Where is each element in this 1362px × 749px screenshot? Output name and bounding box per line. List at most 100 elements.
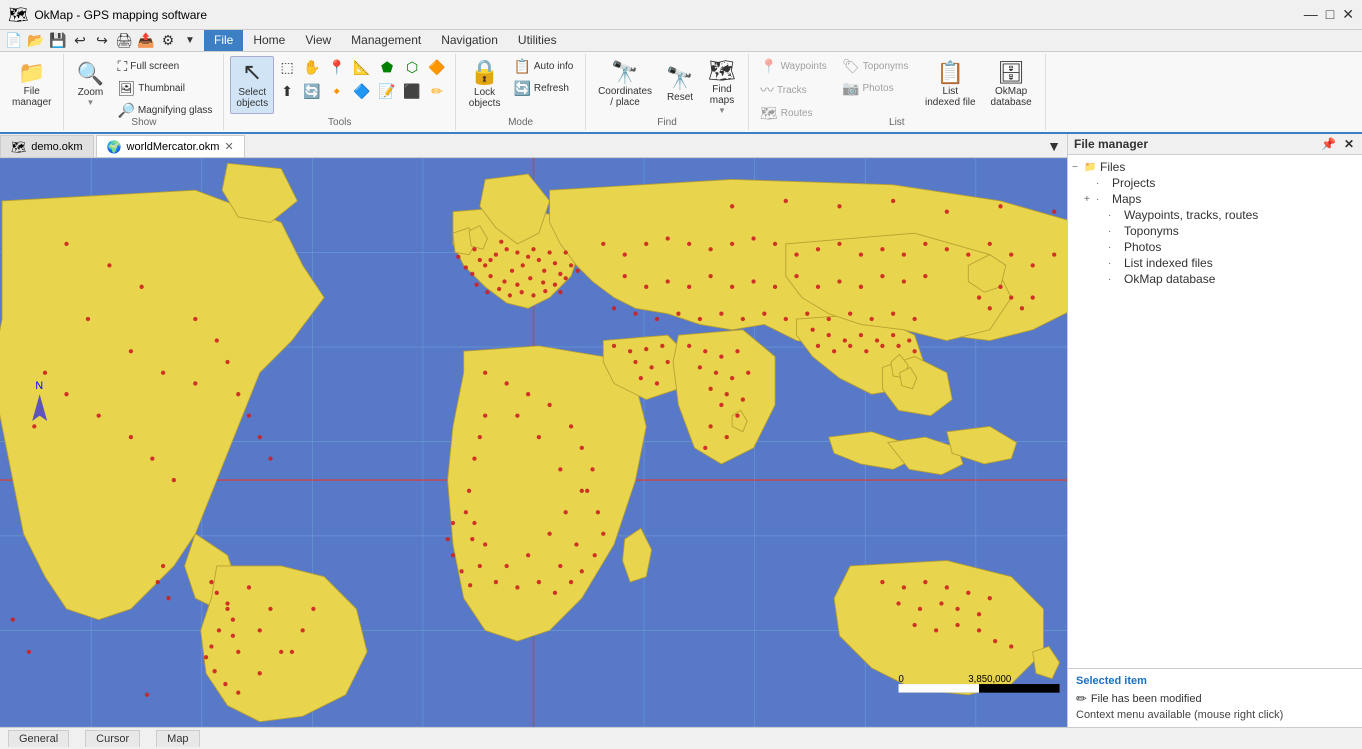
file-manager-header: File manager 📌 ✕ (1068, 134, 1362, 155)
world-tab-close[interactable]: ✕ (224, 140, 233, 153)
maps-label: Maps (1112, 192, 1141, 206)
file-modified-text: File has been modified (1091, 693, 1202, 705)
tree-item-waypoints[interactable]: · Waypoints, tracks, routes (1068, 207, 1362, 223)
qa-export-btn[interactable]: 📤 (136, 31, 156, 51)
qa-new-btn[interactable]: 📄 (4, 31, 24, 51)
qa-open-btn[interactable]: 📂 (26, 31, 46, 51)
map-svg: 0 3,850,000 N (0, 158, 1067, 727)
qa-print-btn[interactable]: 🖨 (114, 31, 134, 51)
ribbon: 📁 Filemanager 🔍 Zoom ▼ ⛶ Full screen (0, 52, 1362, 134)
status-bar: General Cursor Map (0, 727, 1362, 749)
tree-item-toponyms[interactable]: · Toponyms (1068, 223, 1362, 239)
status-tab-general[interactable]: General (8, 730, 69, 747)
photos-btn[interactable]: 📷 Photos (837, 78, 917, 99)
menu-management[interactable]: Management (341, 30, 431, 51)
zoom-btn[interactable]: 🔍 Zoom ▼ (70, 56, 110, 114)
menu-bar: File Home View Management Navigation Uti… (204, 30, 567, 52)
mode-group-label: Mode (508, 117, 533, 128)
ribbon-group-find: 🔭 Coordinates/ place 🔭 Reset 🗺 Findmaps … (586, 54, 749, 130)
ribbon-group-tools: ↖ Selectobjects ⬚ ✋ 📍 📐 ⬟ ⬡ 🔶 ⬆ (224, 54, 456, 130)
minimize-btn[interactable]: — (1304, 6, 1318, 23)
tool-eraser[interactable]: ⬛ (400, 80, 424, 103)
status-tab-cursor[interactable]: Cursor (85, 730, 140, 747)
menu-home[interactable]: Home (243, 30, 295, 51)
qa-redo-btn[interactable]: ↪ (92, 31, 112, 51)
tool-delete[interactable]: ✏ (425, 80, 449, 103)
tool-select2[interactable]: ⬚ (275, 56, 299, 79)
refresh-btn[interactable]: 🔄 Refresh (508, 78, 578, 99)
tool-move[interactable]: ⬆ (275, 80, 299, 103)
file-manager-footer: Selected item ✏ File has been modified C… (1068, 668, 1362, 727)
toponyms-label: Toponyms (1124, 224, 1179, 238)
tool-text[interactable]: 📝 (375, 80, 399, 103)
tool-pan[interactable]: ✋ (300, 56, 324, 79)
projects-label: Projects (1112, 176, 1155, 190)
svg-text:3,850,000: 3,850,000 (968, 674, 1011, 685)
auto-info-btn[interactable]: 📋 Auto info (508, 56, 578, 77)
indexed-label: List indexed files (1124, 256, 1213, 270)
app-title: OkMap - GPS mapping software (34, 8, 1303, 22)
file-manager-title: File manager (1074, 137, 1148, 151)
pencil-icon: ✏ (1076, 691, 1087, 707)
reset-btn[interactable]: 🔭 Reset (660, 56, 700, 114)
svg-text:N: N (35, 380, 43, 392)
fm-pin-btn[interactable]: 📌 (1319, 137, 1338, 151)
waypoints-label: Waypoints, tracks, routes (1124, 208, 1258, 222)
qa-undo-btn[interactable]: ↩ (70, 31, 90, 51)
tool-route[interactable]: ⬟ (375, 56, 399, 79)
menu-navigation[interactable]: Navigation (431, 30, 508, 51)
full-screen-btn[interactable]: ⛶ Full screen (112, 56, 217, 77)
find-group-label: Find (657, 117, 676, 128)
qa-more-btn[interactable]: ▼ (180, 31, 200, 51)
tool-star[interactable]: ⬡ (400, 56, 424, 79)
tree-item-photos[interactable]: · Photos (1068, 239, 1362, 255)
thumbnail-btn[interactable]: 🖼 Thumbnail (112, 78, 217, 99)
qa-settings-btn[interactable]: ⚙ (158, 31, 178, 51)
menu-utilities[interactable]: Utilities (508, 30, 567, 51)
tool-point[interactable]: 📍 (325, 56, 349, 79)
magnifying-glass-btn[interactable]: 🔎 Magnifying glass (112, 100, 217, 121)
tool-color[interactable]: 🔷 (350, 80, 374, 103)
coordinates-btn[interactable]: 🔭 Coordinates/ place (592, 56, 658, 114)
map-canvas: 0 3,850,000 N (0, 158, 1067, 727)
file-tree: − 📁 Files · Projects + · Maps · Waypoint… (1068, 155, 1362, 668)
context-note: Context menu available (mouse right clic… (1076, 709, 1354, 721)
window-controls: — □ ✕ (1304, 6, 1354, 23)
routes-btn[interactable]: 🗺 Routes (755, 103, 835, 124)
tree-item-indexed[interactable]: · List indexed files (1068, 255, 1362, 271)
find-maps-btn[interactable]: 🗺 Findmaps ▼ (702, 56, 742, 119)
app-icon: 🗺 (8, 5, 28, 25)
tree-item-maps[interactable]: + · Maps (1068, 191, 1362, 207)
tracks-btn[interactable]: 〰 Tracks (755, 78, 835, 102)
title-bar: 🗺 OkMap - GPS mapping software — □ ✕ (0, 0, 1362, 30)
qa-save-btn[interactable]: 💾 (48, 31, 68, 51)
fm-close-btn[interactable]: ✕ (1342, 137, 1356, 151)
close-btn[interactable]: ✕ (1342, 6, 1354, 23)
quick-access-toolbar: 📄 📂 💾 ↩ ↪ 🖨 📤 ⚙ ▼ (0, 29, 204, 53)
tree-item-files[interactable]: − 📁 Files (1068, 159, 1362, 175)
toponyms-btn[interactable]: 🏷 Toponyms (837, 56, 917, 77)
list-group-label: List (889, 117, 905, 128)
tree-item-projects[interactable]: · Projects (1068, 175, 1362, 191)
maximize-btn[interactable]: □ (1326, 6, 1334, 23)
menu-file[interactable]: File (204, 30, 243, 51)
ribbon-group-list: 📍 Waypoints 〰 Tracks 🗺 Routes 🏷 (749, 54, 1046, 130)
okmap-db-label: OkMap database (1124, 272, 1215, 286)
okmap-database-btn[interactable]: 🗄 OkMapdatabase (984, 56, 1039, 114)
waypoints-btn[interactable]: 📍 Waypoints (755, 56, 835, 77)
menu-view[interactable]: View (295, 30, 341, 51)
status-tab-map[interactable]: Map (156, 730, 199, 747)
tool-rotate[interactable]: 🔄 (300, 80, 324, 103)
file-manager-btn[interactable]: 📁 Filemanager (6, 56, 57, 114)
lock-btn[interactable]: 🔒 Lockobjects (463, 56, 507, 114)
tree-item-okmap-db[interactable]: · OkMap database (1068, 271, 1362, 287)
tool-polygon[interactable]: 🔶 (425, 56, 449, 79)
tool-edit[interactable]: 🔸 (325, 80, 349, 103)
svg-text:0: 0 (899, 674, 904, 685)
tab-scroll-btn[interactable]: ▼ (1041, 136, 1067, 156)
tool-line[interactable]: 📐 (350, 56, 374, 79)
tools-group-label: Tools (328, 117, 351, 128)
select-objects-btn[interactable]: ↖ Selectobjects (230, 56, 274, 114)
ribbon-group-file: 📁 Filemanager (0, 54, 64, 130)
list-indexed-file-btn[interactable]: 📋 Listindexed file (919, 56, 982, 114)
